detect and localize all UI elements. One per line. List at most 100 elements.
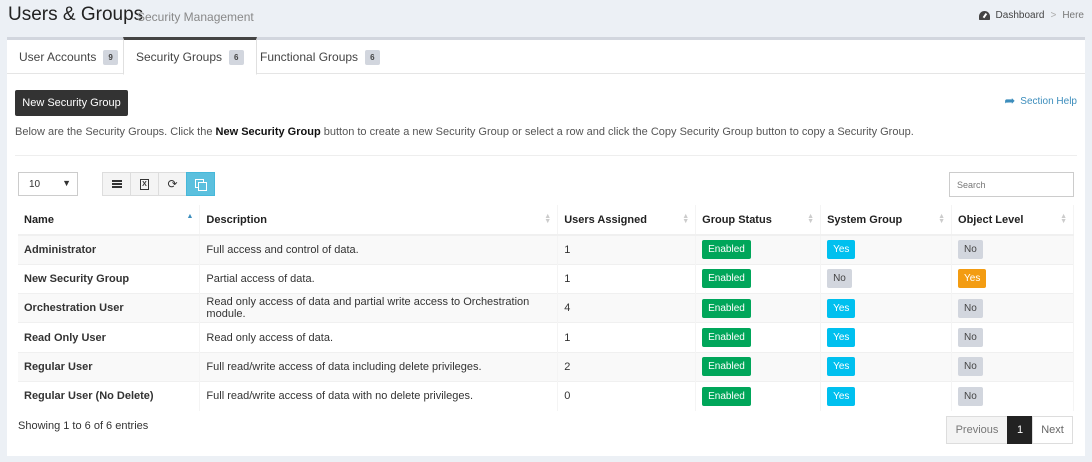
cell-system-group: No (820, 263, 953, 294)
column-header-users-assigned[interactable]: Users Assigned ▲ ▼ (557, 205, 697, 236)
chevron-down-icon: ▼ (62, 178, 71, 188)
column-header-object-level[interactable]: Object Level ▲ ▼ (951, 205, 1074, 236)
column-header-group-status[interactable]: Group Status ▲ ▼ (695, 205, 822, 236)
cell-name: New Security Group (18, 263, 201, 294)
export-excel-button[interactable]: X (130, 172, 159, 196)
table-body: Administrator Full access and control of… (18, 234, 1074, 411)
cell-description: Full access and control of data. (199, 234, 559, 265)
cell-group-status: Enabled (695, 234, 822, 265)
system-group-badge: Yes (827, 240, 856, 260)
cell-system-group: Yes (820, 380, 953, 411)
section-help-link[interactable]: ➦ Section Help (1004, 93, 1077, 109)
table-info: Showing 1 to 6 of 6 entries (18, 420, 149, 432)
column-visibility-button[interactable] (102, 172, 131, 196)
status-badge: Enabled (702, 386, 751, 406)
column-header-system-group[interactable]: System Group ▲ ▼ (820, 205, 953, 236)
tab-count-badge: 6 (229, 49, 244, 65)
cell-group-status: Enabled (695, 380, 822, 411)
new-security-group-button[interactable]: New Security Group (15, 90, 128, 116)
page-title: Users & Groups (8, 4, 144, 25)
refresh-button[interactable]: ⟳ (158, 172, 187, 196)
sort-icon: ▲ ▼ (1060, 213, 1067, 225)
page-length-value: 10 (29, 178, 41, 190)
content-box: User Accounts 9 Security Groups 6 Functi… (7, 37, 1085, 456)
breadcrumb-current: Here (1062, 10, 1084, 21)
intro-before: Below are the Security Groups. Click the (15, 126, 216, 138)
object-level-badge: No (958, 298, 983, 318)
system-group-badge: Yes (827, 357, 856, 377)
status-badge: Enabled (702, 269, 751, 289)
page-1-button[interactable]: 1 (1007, 416, 1033, 444)
previous-page-button[interactable]: Previous (946, 416, 1008, 444)
column-label: Object Level (958, 213, 1024, 226)
cell-object-level: No (951, 234, 1074, 265)
breadcrumb-separator: > (1050, 10, 1057, 21)
column-header-description[interactable]: Description ▲ ▼ (199, 205, 559, 236)
breadcrumb-dashboard[interactable]: Dashboard (996, 10, 1045, 21)
object-level-badge: No (958, 240, 983, 260)
tab-functional-groups[interactable]: Functional Groups 6 (248, 40, 392, 74)
system-group-badge: Yes (827, 298, 856, 318)
cell-name: Regular User (18, 351, 201, 382)
dashboard-icon (978, 11, 990, 20)
cell-system-group: Yes (820, 322, 953, 353)
tab-security-groups[interactable]: Security Groups 6 (123, 37, 257, 75)
cell-name: Regular User (No Delete) (18, 380, 201, 411)
cell-system-group: Yes (820, 351, 953, 382)
share-icon: ➦ (1004, 93, 1016, 108)
status-badge: Enabled (702, 357, 751, 377)
search-input[interactable] (949, 172, 1074, 197)
cell-object-level: Yes (951, 263, 1074, 294)
next-page-button[interactable]: Next (1032, 416, 1073, 444)
sort-icon: ▲ ▼ (682, 213, 690, 225)
cell-group-status: Enabled (695, 293, 822, 323)
table-header-row: Name ▲ Description ▲ ▼ Users Assigned ▲ ▼ Gro… (18, 205, 1074, 236)
tab-count-badge: 9 (103, 49, 118, 65)
cell-users-assigned: 1 (557, 322, 697, 353)
column-label: System Group (827, 213, 903, 226)
refresh-icon: ⟳ (167, 177, 178, 191)
sort-ascending-icon: ▲ (186, 213, 194, 220)
breadcrumb: Dashboard > Here (978, 10, 1084, 21)
cell-description: Partial access of data. (199, 263, 559, 294)
table-row[interactable]: Regular User Full read/write access of d… (18, 351, 1074, 382)
cell-name: Read Only User (18, 322, 201, 353)
list-icon (111, 180, 122, 188)
pagination: Previous 1 Next (946, 416, 1073, 444)
status-badge: Enabled (702, 298, 751, 318)
table-row[interactable]: Orchestration User Read only access of d… (18, 293, 1074, 323)
cell-object-level: No (951, 351, 1074, 382)
tab-label: User Accounts (19, 50, 97, 64)
cell-description: Full read/write access of data with no d… (199, 380, 559, 411)
object-level-badge: No (958, 386, 983, 406)
table-row[interactable]: Administrator Full access and control of… (18, 234, 1074, 265)
page-subtitle: Security Management (137, 10, 254, 24)
column-label: Users Assigned (564, 213, 647, 226)
table-row[interactable]: Read Only User Read only access of data.… (18, 322, 1074, 353)
object-level-badge: No (958, 328, 983, 348)
page-length-select[interactable]: 10 ▼ (18, 172, 78, 196)
tab-user-accounts[interactable]: User Accounts 9 (7, 40, 130, 74)
intro-text: Below are the Security Groups. Click the… (15, 126, 1075, 138)
tab-label: Functional Groups (260, 50, 359, 64)
excel-icon: X (140, 178, 149, 190)
cell-name: Administrator (18, 234, 201, 265)
copy-security-group-button[interactable] (186, 172, 215, 196)
cell-object-level: No (951, 293, 1074, 323)
sort-icon: ▲ ▼ (938, 213, 946, 225)
table-row[interactable]: New Security Group Partial access of dat… (18, 263, 1074, 294)
column-header-name[interactable]: Name ▲ (18, 205, 201, 236)
cell-users-assigned: 1 (557, 263, 697, 294)
intro-bold: New Security Group (215, 126, 321, 138)
intro-after: button to create a new Security Group or… (320, 126, 914, 138)
copy-icon (195, 178, 207, 191)
cell-name: Orchestration User (18, 293, 201, 323)
cell-system-group: Yes (820, 234, 953, 265)
cell-system-group: Yes (820, 293, 953, 323)
system-group-badge: No (827, 269, 852, 289)
system-group-badge: Yes (827, 386, 856, 406)
object-level-badge: No (958, 357, 983, 377)
table-row[interactable]: Regular User (No Delete) Full read/write… (18, 380, 1074, 411)
column-label: Description (206, 213, 267, 226)
cell-users-assigned: 0 (557, 380, 697, 411)
